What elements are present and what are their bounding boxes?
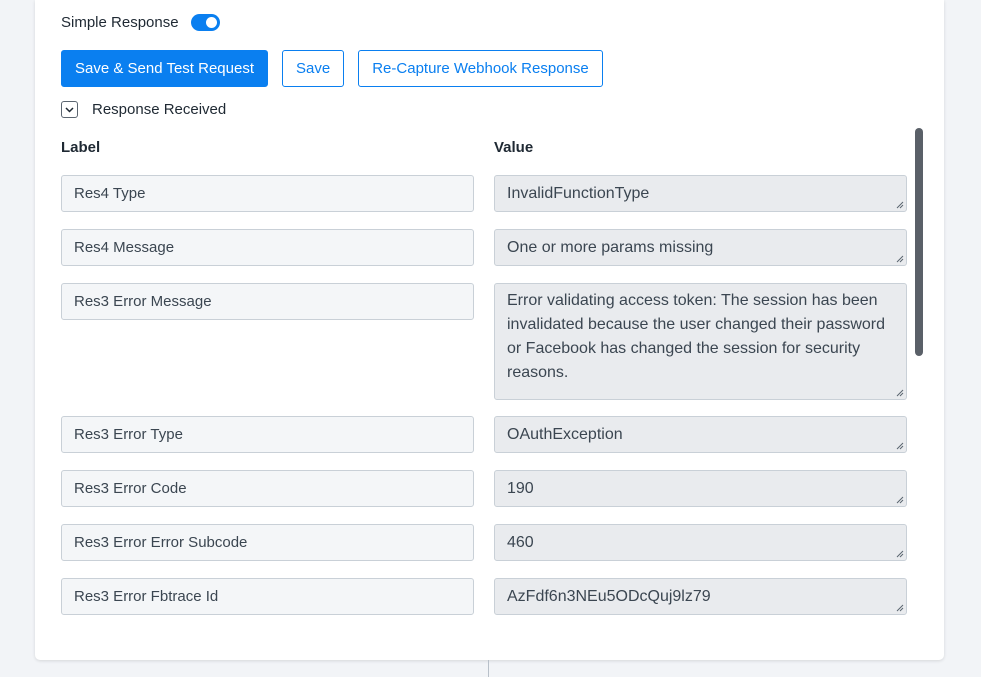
- value-column-header: Value: [494, 139, 534, 156]
- scrollbar-thumb[interactable]: [915, 128, 923, 356]
- field-label[interactable]: Res3 Error Type: [61, 416, 474, 453]
- field-value-text: OAuthException: [507, 426, 623, 443]
- field-value[interactable]: InvalidFunctionType: [494, 175, 907, 212]
- field-value[interactable]: Error validating access token: The sessi…: [494, 283, 907, 400]
- recapture-webhook-button[interactable]: Re-Capture Webhook Response: [358, 50, 603, 87]
- vertical-scrollbar[interactable]: [915, 128, 923, 630]
- resize-handle-icon[interactable]: [896, 389, 904, 397]
- resize-handle-icon[interactable]: [896, 442, 904, 450]
- field-value-text: One or more params missing: [507, 239, 714, 256]
- resize-handle-icon[interactable]: [896, 604, 904, 612]
- simple-response-toggle[interactable]: [190, 13, 220, 31]
- simple-response-label: Simple Response: [61, 13, 179, 31]
- action-buttons: Save & Send Test Request Save Re-Capture…: [61, 50, 603, 87]
- response-received-label: Response Received: [92, 101, 227, 118]
- divider-line: [488, 660, 489, 677]
- field-label[interactable]: Res3 Error Error Subcode: [61, 524, 474, 561]
- label-column-header: Label: [61, 139, 101, 156]
- field-label[interactable]: Res3 Error Fbtrace Id: [61, 578, 474, 615]
- save-button[interactable]: Save: [282, 50, 345, 87]
- field-value-text: InvalidFunctionType: [507, 185, 650, 202]
- field-value[interactable]: 190: [494, 470, 907, 507]
- toggle-knob: [205, 16, 217, 28]
- field-value-text: 460: [507, 534, 534, 551]
- field-label[interactable]: Res4 Message: [61, 229, 474, 266]
- field-value[interactable]: 460: [494, 524, 907, 561]
- field-label[interactable]: Res3 Error Code: [61, 470, 474, 507]
- field-label[interactable]: Res4 Type: [61, 175, 474, 212]
- field-value-text: 190: [507, 480, 534, 497]
- chevron-down-icon[interactable]: [61, 101, 78, 118]
- field-value[interactable]: One or more params missing: [494, 229, 907, 266]
- resize-handle-icon[interactable]: [896, 550, 904, 558]
- simple-response-row: Simple Response: [61, 12, 220, 32]
- field-value[interactable]: AzFdf6n3NEu5ODcQuj9lz79: [494, 578, 907, 615]
- response-fields-list: Label Value Res4 Type InvalidFunctionTyp…: [35, 128, 944, 630]
- save-send-test-button[interactable]: Save & Send Test Request: [61, 50, 269, 87]
- field-value[interactable]: OAuthException: [494, 416, 907, 453]
- resize-handle-icon[interactable]: [896, 255, 904, 263]
- field-value-text: Error validating access token: The sessi…: [507, 292, 886, 381]
- field-value-text: AzFdf6n3NEu5ODcQuj9lz79: [507, 588, 711, 605]
- field-label[interactable]: Res3 Error Message: [61, 283, 474, 320]
- response-card: Simple Response Save & Send Test Request…: [35, 0, 944, 660]
- response-received-row[interactable]: Response Received: [61, 101, 226, 118]
- resize-handle-icon[interactable]: [896, 496, 904, 504]
- resize-handle-icon[interactable]: [896, 201, 904, 209]
